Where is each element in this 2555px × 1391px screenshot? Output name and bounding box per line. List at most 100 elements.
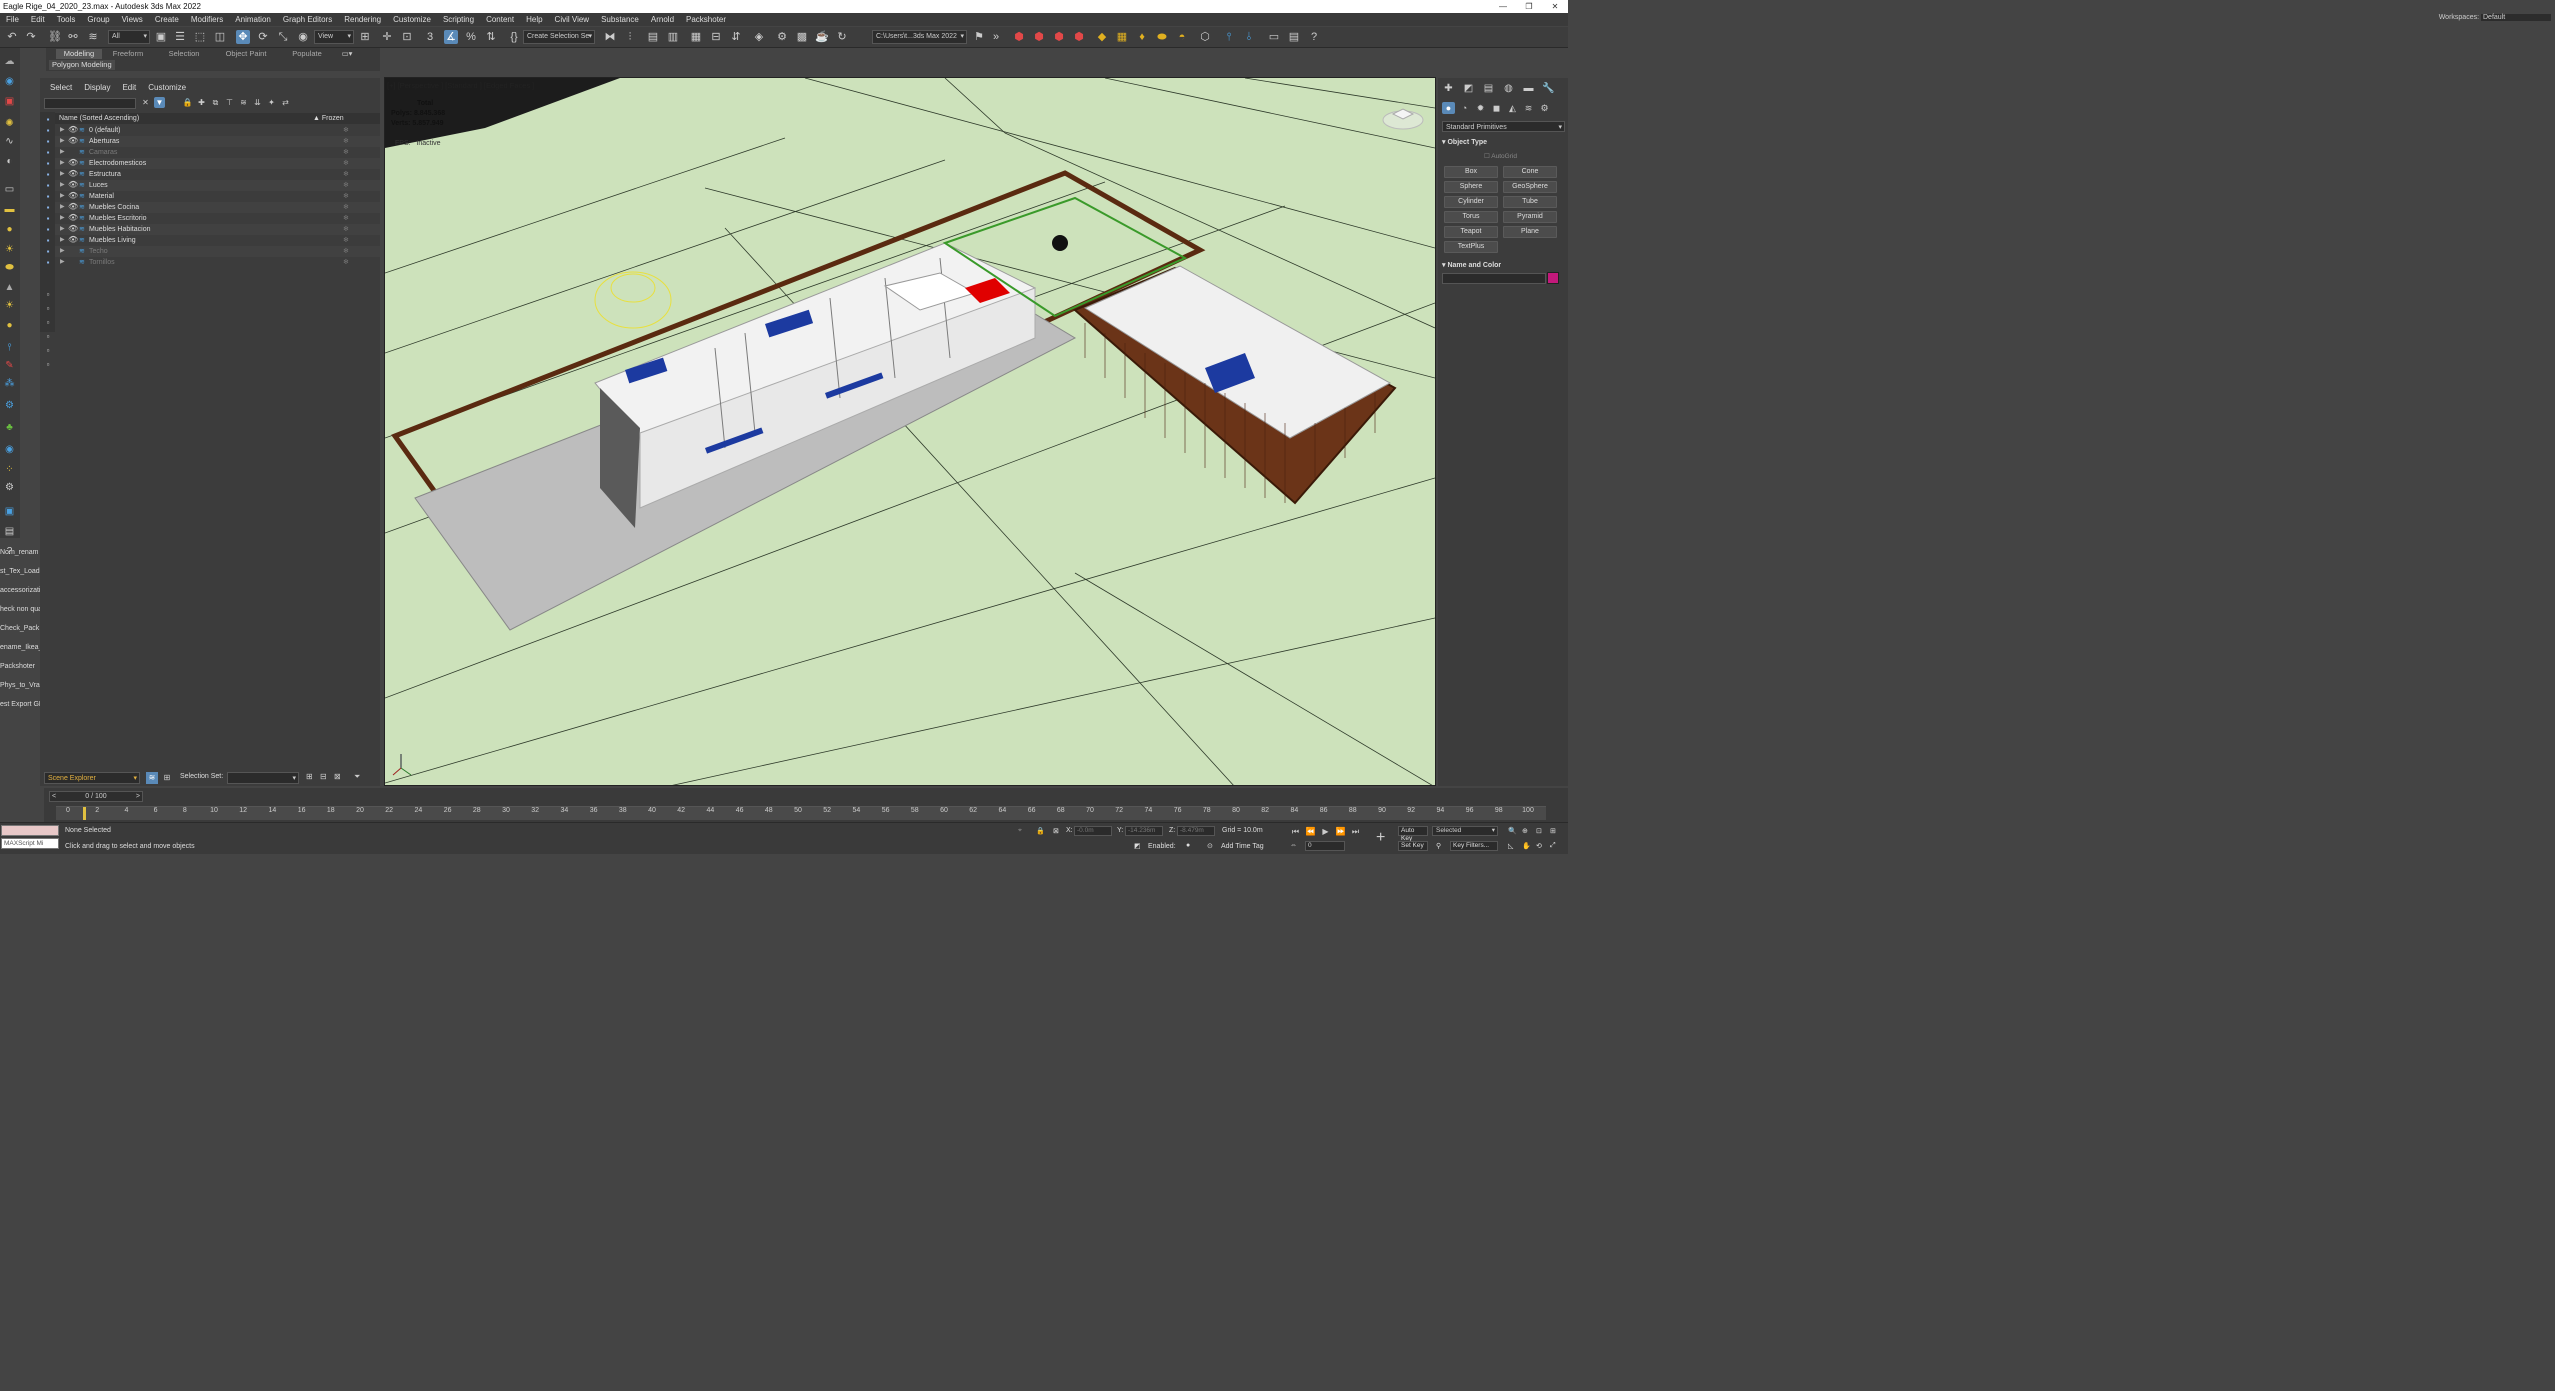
minimize-button[interactable]: — (1490, 0, 1516, 13)
layer-add-icon[interactable]: ▫ (43, 304, 53, 314)
lights-icon[interactable]: ✹ (1474, 102, 1487, 114)
filter-spacewarps-icon[interactable]: ▪ (43, 181, 53, 191)
lock-icon[interactable]: 🔒 (182, 97, 193, 108)
lightbulb-icon[interactable]: ✺ (3, 118, 16, 130)
viewport-label[interactable]: [+] [Perspective ] [Standard ] [Edged Fa… (387, 81, 534, 90)
tree-icon[interactable]: ♣ (3, 422, 16, 434)
move-icon[interactable]: ✥ (236, 30, 250, 44)
named-selection-dropdown[interactable]: Create Selection Se (523, 30, 595, 44)
script-button[interactable]: Nom_renam (0, 545, 44, 561)
expand-arrow-icon[interactable]: ▶ (60, 191, 65, 202)
set-key-big-icon[interactable]: + (1376, 829, 1385, 847)
layer-row[interactable]: ▶ 👁 ≋ Luces ❄ (55, 180, 380, 191)
primitive-cylinder-button[interactable]: Cylinder (1444, 196, 1498, 208)
visibility-eye-icon[interactable]: 👁 (68, 201, 78, 212)
new-layer-icon[interactable]: ✚ (196, 97, 207, 108)
light-icon[interactable]: ☀ (3, 244, 16, 256)
help-icon[interactable]: ? (1307, 30, 1321, 44)
select-tool-icon[interactable]: ☁ (3, 56, 16, 68)
expand-arrow-icon[interactable]: ▶ (60, 246, 65, 257)
expand-arrow-icon[interactable]: ▶ (60, 147, 65, 158)
scene-explorer-selector[interactable]: Scene Explorer (44, 772, 140, 784)
cameras-icon[interactable]: ◼ (1490, 102, 1503, 114)
key-filters-button[interactable]: Key Filters... (1450, 841, 1498, 851)
create-tab-icon[interactable]: ✚ (1442, 82, 1455, 95)
motion-tab-icon[interactable]: ◍ (1502, 82, 1515, 95)
primitive-sphere-button[interactable]: Sphere (1444, 181, 1498, 193)
ribbon-icon[interactable]: ▦ (689, 30, 703, 44)
visibility-eye-icon[interactable]: 👁 (68, 190, 78, 201)
expand-arrow-icon[interactable]: ▶ (60, 158, 65, 169)
project-path-dropdown[interactable]: C:\Users\t...3ds Max 2022 (872, 30, 967, 44)
script-button[interactable]: Phys_to_Vray (0, 678, 44, 694)
filter-helpers-icon[interactable]: ▪ (43, 170, 53, 180)
shape-icon[interactable]: ◐ (3, 156, 16, 168)
expand-arrow-icon[interactable]: ▶ (60, 213, 65, 224)
menu-animation[interactable]: Animation (229, 15, 277, 24)
key-filter-icon[interactable]: ⚲ (1436, 842, 1441, 850)
expand-arrow-icon[interactable]: ▶ (60, 180, 65, 191)
menu-display[interactable]: Display (84, 83, 110, 92)
menu-packshoter[interactable]: Packshoter (680, 15, 732, 24)
frozen-toggle-icon[interactable]: ❄ (343, 202, 349, 213)
zoom-extents-all-icon[interactable]: ⊞ (1550, 827, 1556, 835)
frozen-toggle-icon[interactable]: ❄ (343, 158, 349, 169)
set-key-button[interactable]: Set Key (1398, 841, 1428, 851)
expand-arrow-icon[interactable]: ▶ (60, 169, 65, 180)
frozen-toggle-icon[interactable]: ❄ (343, 224, 349, 235)
doc-icon[interactable]: ▤ (3, 526, 16, 538)
expand-arrow-icon[interactable]: ▶ (60, 235, 65, 246)
vray-frame-buffer-icon[interactable]: ⬢ (1032, 30, 1046, 44)
filter-icon[interactable]: ▼ (154, 97, 165, 108)
absolute-mode-icon[interactable]: ⊠ (1053, 827, 1059, 835)
rotate-icon[interactable]: ⟳ (256, 30, 270, 44)
menu-customize[interactable]: Customize (387, 15, 437, 24)
vray-light-icon[interactable]: ◆ (1095, 30, 1109, 44)
script-button[interactable]: est Export GL (0, 697, 44, 713)
menu-tools[interactable]: Tools (51, 15, 82, 24)
layer-row[interactable]: ▶ 👁 ≋ Muebles Escritorio ❄ (55, 213, 380, 224)
render-iterative-icon[interactable]: ↻ (835, 30, 849, 44)
spinner-snap-icon[interactable]: ⇅ (484, 30, 498, 44)
curve-editor-icon[interactable]: ⊟ (709, 30, 723, 44)
tab-object-paint[interactable]: Object Paint (222, 49, 270, 59)
ribbon-options-icon[interactable]: ▭▾ (340, 49, 354, 59)
menu-select[interactable]: Select (50, 83, 72, 92)
primitive-teapot-button[interactable]: Teapot (1444, 226, 1498, 238)
auto-key-button[interactable]: Auto Key (1398, 826, 1428, 842)
expand-arrow-icon[interactable]: ▶ (60, 224, 65, 235)
visibility-eye-icon[interactable]: 👁 (68, 135, 78, 146)
undo-icon[interactable]: ↶ (5, 30, 19, 44)
layer-row[interactable]: ▶ ≋ Tornillos ❄ (55, 257, 380, 268)
display-tab-icon[interactable]: ▬ (1522, 82, 1535, 95)
time-tag-icon[interactable]: ⊙ (1207, 842, 1213, 850)
frozen-toggle-icon[interactable]: ❄ (343, 147, 349, 158)
pivot-icon[interactable]: ⊞ (358, 30, 372, 44)
menu-scripting[interactable]: Scripting (437, 15, 480, 24)
schematic-view-icon[interactable]: ⇵ (729, 30, 743, 44)
vray-lister-icon[interactable]: ▦ (1115, 30, 1129, 44)
adaptive-degradation-icon[interactable]: ◩ (1134, 842, 1141, 850)
vray-sun-icon[interactable]: ♦ (1135, 30, 1149, 44)
layer-row[interactable]: ▶ 👁 ≋ Muebles Cocina ❄ (55, 202, 380, 213)
layers-icon[interactable]: ≋ (238, 97, 249, 108)
menu-content[interactable]: Content (480, 15, 520, 24)
add-time-tag-button[interactable]: Add Time Tag (1221, 843, 1264, 850)
selection-lock-icon[interactable]: 🔒 (1036, 827, 1045, 835)
maximize-button[interactable]: ❐ (1516, 0, 1542, 13)
primitive-box-button[interactable]: Box (1444, 166, 1498, 178)
autogrid-checkbox[interactable]: ☐ AutoGrid (1484, 152, 1517, 160)
spacewarps-icon[interactable]: ≋ (1522, 102, 1535, 114)
primitive-category-dropdown[interactable]: Standard Primitives (1442, 121, 1565, 132)
vray-render-icon[interactable]: ⬢ (1012, 30, 1026, 44)
tab-modeling[interactable]: Modeling (56, 49, 102, 59)
script-button[interactable]: Packshoter (0, 659, 44, 675)
isolate-icon[interactable]: ⌖ (1018, 827, 1022, 835)
layer-row[interactable]: ▶ 👁 ≋ Estructura ❄ (55, 169, 380, 180)
scene-column-header[interactable]: Name (Sorted Ascending) ▲ Frozen (55, 113, 380, 124)
select-object-icon[interactable]: ▣ (154, 30, 168, 44)
render-icon[interactable]: ☕ (815, 30, 829, 44)
filter-xrefs-icon[interactable]: ▪ (43, 203, 53, 213)
ss-edit-icon[interactable]: ⊟ (320, 772, 327, 781)
expand-arrow-icon[interactable]: ▶ (60, 202, 65, 213)
